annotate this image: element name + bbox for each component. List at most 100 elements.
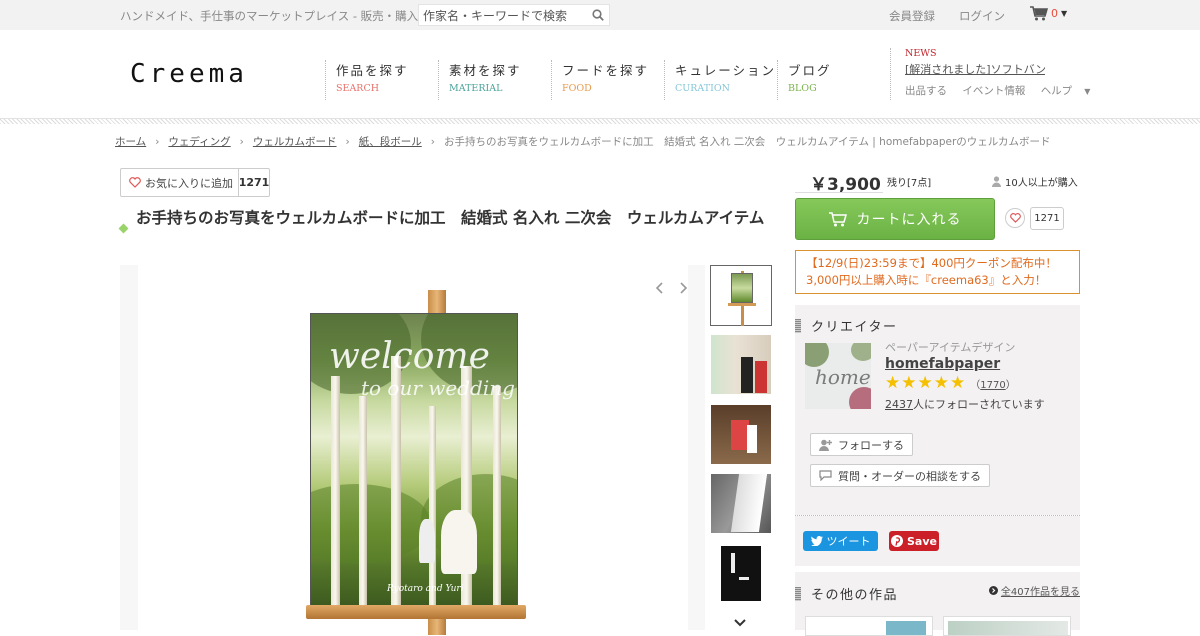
nav-label: フードを探す <box>562 63 650 78</box>
news-label: NEWS <box>905 48 937 59</box>
site-logo[interactable]: Creema <box>130 59 248 89</box>
star-icon: ★ <box>950 373 966 393</box>
pinterest-icon <box>891 535 903 547</box>
coupon-notice: 【12/9(日)23:59まで】400円クーポン配布中！ 3,000円以上購入時… <box>795 250 1080 294</box>
login-link[interactable]: ログイン <box>959 8 1005 24</box>
breadcrumb: ホーム › ウェディング › ウェルカムボード › 紙、段ボール › お手持ちの… <box>115 134 1050 149</box>
product-main-image[interactable]: welcome to our wedding Ryotaro and Yuri <box>120 265 705 635</box>
buyers-count: 10人以上が購入 <box>1005 178 1078 189</box>
creator-panel: クリエイター home ペーパーアイテムデザイン homefabpaper ★ … <box>795 305 1080 515</box>
nav-label: ブログ <box>788 63 832 78</box>
photo-text-wedding: to our wedding <box>361 376 515 400</box>
cart-icon <box>828 211 847 226</box>
favorite-count: 1271 <box>238 169 269 196</box>
thumbnail-5[interactable] <box>710 542 772 603</box>
heading-bar-icon <box>795 318 801 333</box>
chevron-down-icon: ▼ <box>1061 9 1068 18</box>
arrow-circle-icon <box>988 586 998 595</box>
search-icon[interactable] <box>592 9 604 21</box>
creator-heading-label: クリエイター <box>811 320 898 335</box>
nav-sublabel: MATERIAL <box>449 83 503 94</box>
nav-material[interactable]: 素材を探す MATERIAL <box>438 60 522 100</box>
follower-count-link[interactable]: 2437 <box>885 398 913 411</box>
other-works-panel: その他の作品 全407作品を見る <box>795 572 1080 636</box>
thumbnail-1[interactable] <box>710 265 772 326</box>
favorite-toggle-button[interactable] <box>1005 208 1025 228</box>
chevron-right-icon: › <box>239 135 244 148</box>
image-pager[interactable] <box>655 280 695 296</box>
tweet-label: ツイート <box>826 535 871 548</box>
avatar-logo-text: home <box>815 365 871 389</box>
cart-count: 0 <box>1051 7 1058 20</box>
cart-icon <box>1030 6 1048 21</box>
nav-curation[interactable]: キュレーション CURATION <box>664 60 776 100</box>
follow-button[interactable]: フォローする <box>810 433 913 456</box>
thumbnail-3[interactable] <box>710 404 772 465</box>
chevron-down-icon[interactable] <box>733 618 747 628</box>
pinterest-label: Save <box>907 534 937 548</box>
add-favorite-button[interactable]: お気に入りに追加 1271 <box>120 168 270 197</box>
star-icon: ★ <box>933 373 949 393</box>
review-count: （1770） <box>970 380 1016 391</box>
tweet-button[interactable]: ツイート <box>803 531 878 551</box>
nav-sublabel: BLOG <box>788 83 817 94</box>
chevron-right-icon: › <box>155 135 160 148</box>
photo-text-welcome: welcome <box>329 336 490 377</box>
nav-sublabel: SEARCH <box>336 83 380 94</box>
pinterest-save-button[interactable]: Save <box>889 531 939 551</box>
add-to-cart-label: カートに入れる <box>856 212 962 228</box>
chevron-left-icon[interactable] <box>655 282 663 294</box>
see-all-works-label: 全407作品を見る <box>1000 587 1080 598</box>
consult-button[interactable]: 質問・オーダーの相談をする <box>810 464 990 487</box>
heading-bar-icon <box>795 586 801 601</box>
sell-link[interactable]: 出品する <box>905 85 947 97</box>
other-work-thumbnail[interactable] <box>805 616 933 636</box>
star-icon: ★ <box>885 373 901 393</box>
events-link[interactable]: イベント情報 <box>962 85 1025 97</box>
chevron-down-icon: ▼ <box>1084 87 1091 96</box>
cart-menu[interactable]: 0 ▼ <box>1030 6 1067 21</box>
header-sub-links: 出品する イベント情報 ヘルプ ▼ <box>905 83 1090 98</box>
other-works-heading-label: その他の作品 <box>811 588 899 603</box>
news-link[interactable]: [解消されました]ソフトバンク… <box>905 61 1045 77</box>
creator-name-link[interactable]: homefabpaper <box>885 356 1000 372</box>
add-to-cart-button[interactable]: カートに入れる <box>795 198 995 240</box>
nav-blog[interactable]: ブログ BLOG <box>777 60 832 100</box>
photo-text-names: Ryotaro and Yuri <box>387 584 464 594</box>
follow-label: フォローする <box>838 438 904 452</box>
consult-label: 質問・オーダーの相談をする <box>838 469 981 483</box>
review-count-link[interactable]: 1770 <box>980 380 1005 391</box>
header-divider <box>0 118 1200 124</box>
register-link[interactable]: 会員登録 <box>889 8 935 24</box>
welcome-board-photo: welcome to our wedding Ryotaro and Yuri <box>310 313 518 607</box>
star-icon: ★ <box>901 373 917 393</box>
nav-search[interactable]: 作品を探す SEARCH <box>325 60 409 100</box>
title-bullet-icon <box>118 223 129 234</box>
person-icon <box>992 176 1001 187</box>
breadcrumb-wedding[interactable]: ウェディング <box>168 134 230 149</box>
chevron-right-icon[interactable] <box>680 282 688 294</box>
other-work-thumbnail[interactable] <box>943 616 1071 636</box>
thumbnail-2[interactable] <box>710 334 772 395</box>
easel-ledge-graphic <box>306 605 526 619</box>
top-bar: ハンドメイド、手仕事のマーケットプレイス - 販売・購入 会員登録 ログイン 0… <box>0 0 1200 30</box>
help-link[interactable]: ヘルプ ▼ <box>1041 85 1091 97</box>
nav-label: キュレーション <box>675 63 777 78</box>
see-all-works-link[interactable]: 全407作品を見る <box>988 583 1080 598</box>
nav-label: 作品を探す <box>336 63 409 78</box>
search-input[interactable] <box>419 6 584 26</box>
creator-avatar[interactable]: home <box>805 343 871 409</box>
thumbnail-4[interactable] <box>710 473 772 534</box>
creator-category: ペーパーアイテムデザイン <box>885 341 1016 354</box>
coupon-line-2: 3,000円以上購入時に『creema63』と入力！ <box>806 273 1047 287</box>
search-box[interactable] <box>418 4 610 26</box>
breadcrumb-paper[interactable]: 紙、段ボール <box>359 134 422 149</box>
nav-food[interactable]: フードを探す FOOD <box>551 60 649 100</box>
breadcrumb-home[interactable]: ホーム <box>115 134 146 149</box>
product-title: お手持ちのお写真をウェルカムボードに加工 結婚式 名入れ 二次会 ウェルカムアイ… <box>136 209 765 227</box>
share-area: ツイート Save <box>795 516 1080 566</box>
breadcrumb-welcome-board[interactable]: ウェルカムボード <box>253 134 337 149</box>
site-header: Creema 作品を探す SEARCH 素材を探す MATERIAL フードを探… <box>0 30 1200 118</box>
product-title-block: お手持ちのお写真をウェルカムボードに加工 結婚式 名入れ 二次会 ウェルカムアイ… <box>118 208 775 234</box>
chevron-right-icon: › <box>345 135 350 148</box>
